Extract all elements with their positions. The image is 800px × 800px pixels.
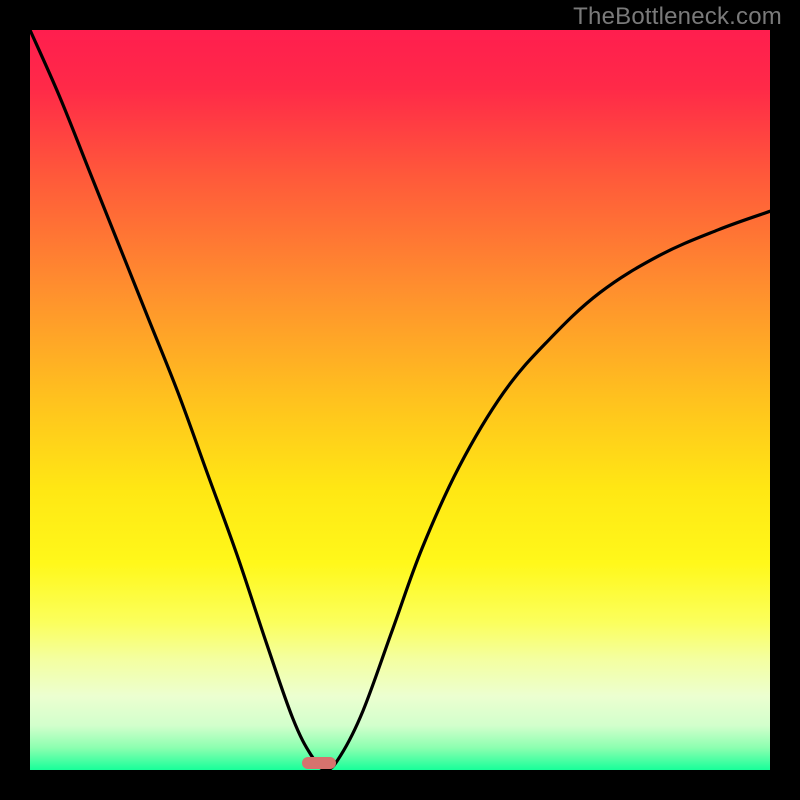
chart-container: TheBottleneck.com <box>0 0 800 800</box>
minimum-marker <box>302 757 336 769</box>
watermark-label: TheBottleneck.com <box>573 3 782 31</box>
bottleneck-curve <box>30 30 770 770</box>
plot-area <box>30 30 770 770</box>
